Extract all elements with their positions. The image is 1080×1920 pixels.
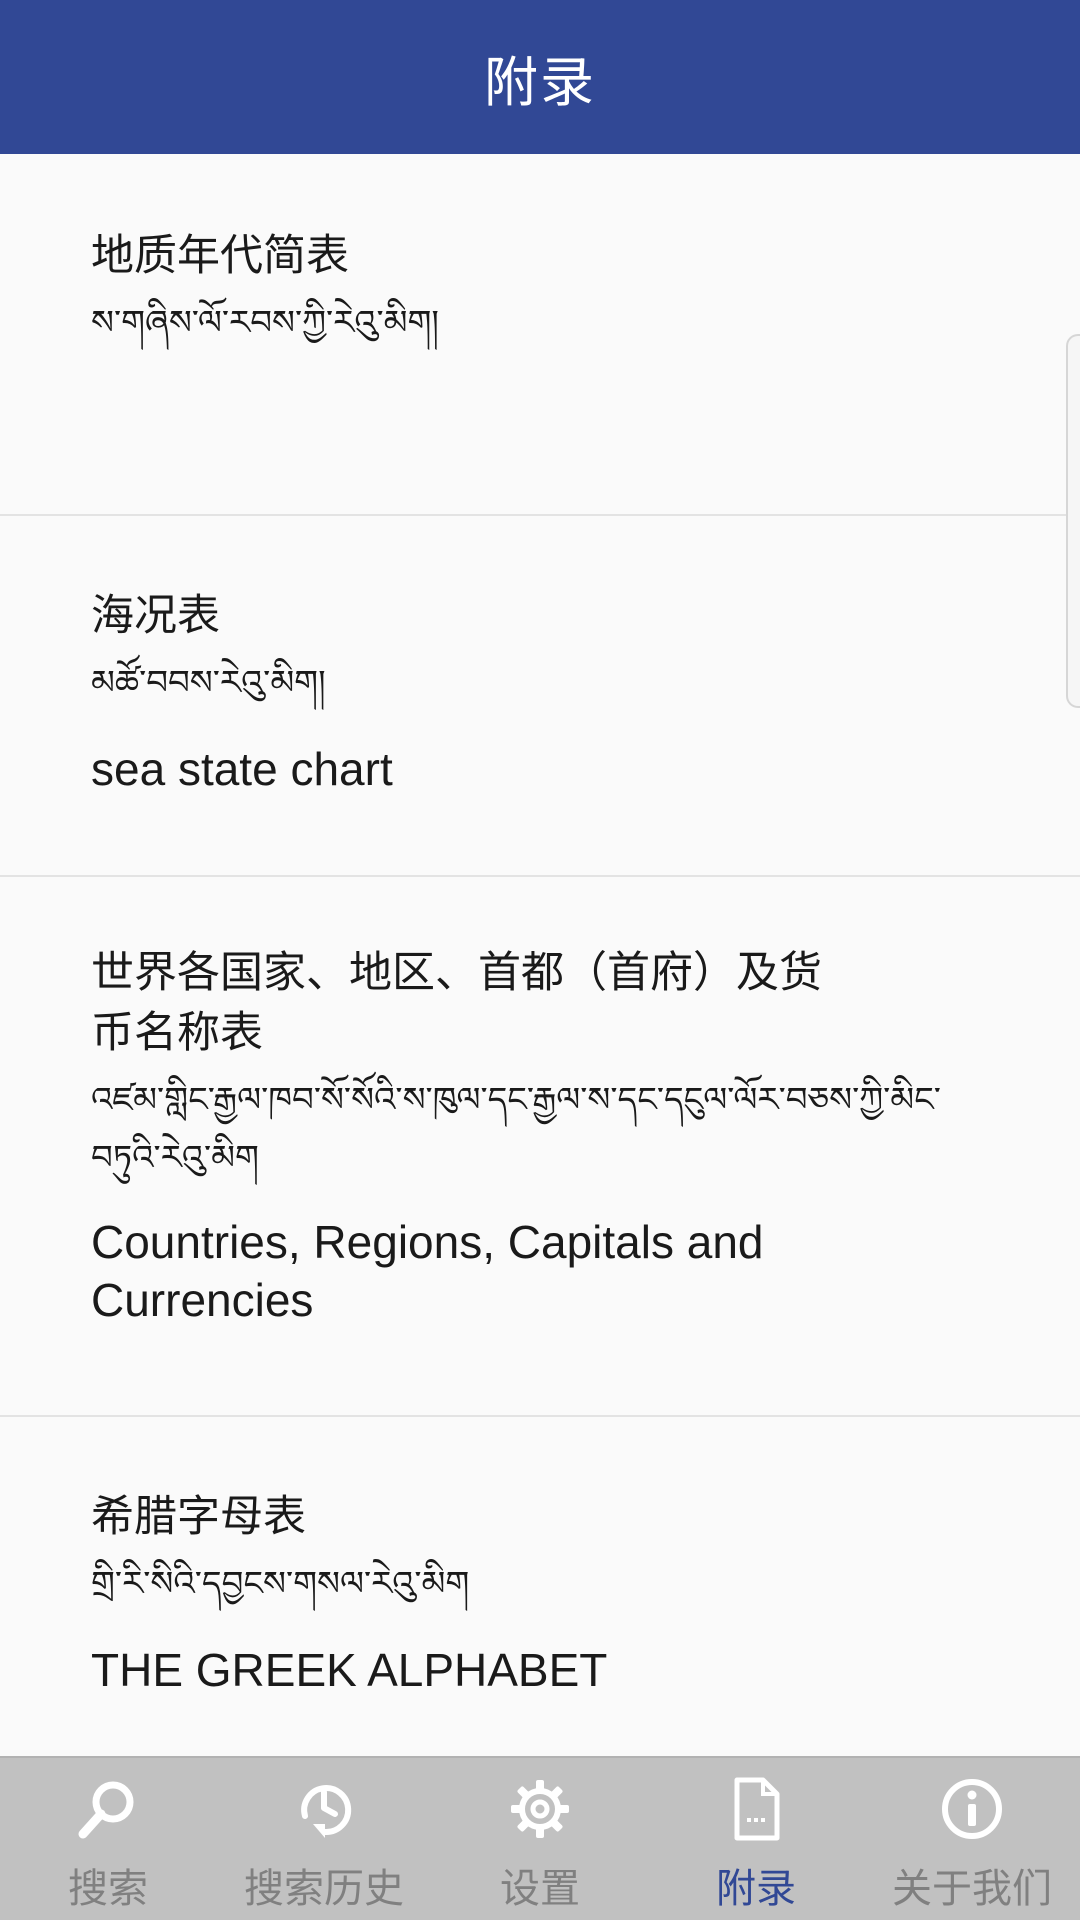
entry-english-title: THE GREEK ALPHABET xyxy=(91,1644,608,1696)
list-item-sea-state[interactable]: 海况表 མཚོ་བབས་རེའུ་མིག། sea state chart xyxy=(0,516,1080,877)
nav-label-search: 搜索 xyxy=(68,1866,148,1912)
entry-tibetan-title: ས་གཞིས་ལོ་རབས་ཀྱི་རེའུ་མིག། xyxy=(91,303,439,343)
entry-tibetan-title: གྲི་རི་སིའི་དབྱངས་གསལ་རེའུ་མིག xyxy=(91,1564,470,1604)
list-item-countries[interactable]: 世界各国家、地区、首都（首府）及货币名称表 འཛམ་གླིང་རྒྱལ་ཁབ་ས… xyxy=(0,877,1080,1417)
entry-english-title: Countries, Regions, Capitals and Currenc… xyxy=(91,1216,764,1326)
nav-tab-appendix[interactable]: 附录 xyxy=(648,1758,864,1920)
appendix-list[interactable]: 地质年代简表 ས་གཞིས་ལོ་རབས་ཀྱི་རེའུ་མིག། 海况表 མ… xyxy=(0,154,1080,1756)
bottom-navigation: 搜索 搜索历史 设置 附录 关于我们 xyxy=(0,1756,1080,1920)
nav-label-about: 关于我们 xyxy=(892,1866,1052,1912)
entry-chinese-title: 海况表 xyxy=(91,591,220,641)
gear-icon xyxy=(511,1780,569,1838)
nav-label-history: 搜索历史 xyxy=(244,1866,404,1912)
entry-tibetan-title: མཚོ་བབས་རེའུ་མིག། xyxy=(91,663,326,703)
list-item-geologic-time[interactable]: 地质年代简表 ས་གཞིས་ལོ་རབས་ཀྱི་རེའུ་མིག། xyxy=(0,154,1080,516)
nav-label-settings: 设置 xyxy=(500,1866,580,1912)
entry-tibetan-title: འཛམ་གླིང་རྒྱལ་ཁབ་སོ་སོའི་ས་ཁུལ་དང་རྒྱལ་ས… xyxy=(91,1080,941,1178)
entry-chinese-title: 世界各国家、地区、首都（首府）及货币名称表 xyxy=(91,948,822,1058)
info-icon xyxy=(942,1779,1002,1839)
nav-tab-search[interactable]: 搜索 xyxy=(0,1758,216,1920)
nav-tab-settings[interactable]: 设置 xyxy=(432,1758,648,1920)
entry-chinese-title: 希腊字母表 xyxy=(91,1492,306,1542)
page-title: 附录 xyxy=(484,50,596,114)
search-icon xyxy=(78,1781,134,1839)
document-icon xyxy=(734,1777,780,1841)
entry-english-title: sea state chart xyxy=(91,743,393,795)
list-item-greek-alphabet[interactable]: 希腊字母表 གྲི་རི་སིའི་དབྱངས་གསལ་རེའུ་མིག THE… xyxy=(0,1417,1080,1756)
nav-label-appendix: 附录 xyxy=(716,1866,796,1912)
scrollbar-handle[interactable] xyxy=(1066,334,1080,708)
nav-tab-history[interactable]: 搜索历史 xyxy=(216,1758,432,1920)
header-bar: 附录 xyxy=(0,0,1080,154)
nav-tab-about[interactable]: 关于我们 xyxy=(864,1758,1080,1920)
entry-chinese-title: 地质年代简表 xyxy=(91,231,349,281)
history-icon xyxy=(301,1785,352,1838)
app-screen: 附录 地质年代简表 ས་གཞིས་ལོ་རབས་ཀྱི་རེའུ་མིག། 海况… xyxy=(0,0,1080,1920)
